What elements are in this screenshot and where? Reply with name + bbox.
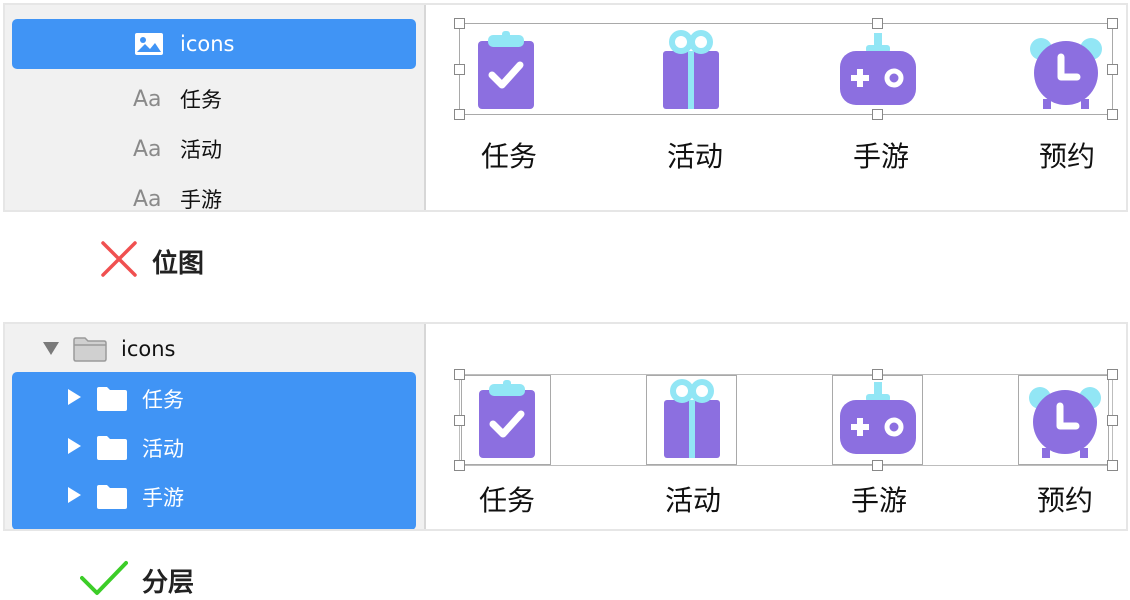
text-layer-icon: Aa (133, 136, 162, 162)
icon-caption: 活动 (666, 140, 723, 173)
alarm-clock-icon (1029, 29, 1103, 115)
folder-icon (96, 484, 142, 510)
verdict-label: 位图 (152, 248, 205, 279)
selection-frame[interactable] (459, 374, 1113, 466)
resize-handle[interactable] (1107, 109, 1118, 120)
resize-handle[interactable] (1107, 18, 1118, 29)
folder-icon (96, 435, 142, 461)
gamepad-icon (838, 29, 918, 115)
verdict-bitmap: 位图 (100, 240, 204, 282)
gamepad-icon (838, 378, 918, 464)
layer-item-label: 手游 (180, 188, 222, 210)
layer-group-item[interactable]: 活动 (12, 423, 416, 473)
resize-handle[interactable] (872, 18, 883, 29)
disclosure-triangle-right-icon[interactable] (68, 438, 96, 458)
resize-handle[interactable] (454, 18, 465, 29)
folder-icon (96, 386, 142, 412)
clipboard-check-icon (475, 378, 539, 464)
gift-icon (659, 29, 723, 115)
icon-caption: 手游 (850, 484, 907, 517)
resize-handle[interactable] (454, 369, 465, 380)
layer-sidebar: icons Aa 任务 Aa 活动 Aa 手游 (5, 5, 426, 210)
layer-item-label: 任务 (180, 88, 222, 112)
resize-handle[interactable] (454, 109, 465, 120)
selection-frame[interactable] (459, 23, 1113, 115)
check-mark-icon (80, 560, 128, 600)
image-icon (134, 32, 180, 56)
disclosure-triangle-right-icon[interactable] (68, 487, 96, 507)
icon-caption: 任务 (478, 484, 535, 517)
layer-group-icons[interactable]: icons (12, 324, 416, 374)
resize-handle[interactable] (1107, 64, 1118, 75)
layer-item-text[interactable]: Aa 手游 (12, 174, 416, 211)
folder-icon (73, 336, 121, 362)
layered-example-panel: icons 任务 活动 手游 任务 活动 手游 预约 (3, 322, 1128, 531)
layer-group-item-label: 任务 (142, 388, 184, 412)
resize-handle[interactable] (454, 460, 465, 471)
layer-item-label: 活动 (180, 138, 222, 162)
icon-caption: 预约 (1038, 140, 1095, 173)
clipboard-check-icon (474, 29, 538, 115)
resize-handle[interactable] (454, 415, 465, 426)
layer-group-item[interactable]: 任务 (12, 374, 416, 424)
layer-item-label: icons (180, 32, 235, 56)
resize-handle[interactable] (1107, 460, 1118, 471)
resize-handle[interactable] (1107, 369, 1118, 380)
gift-icon (660, 378, 724, 464)
layer-group-item-label: 手游 (142, 486, 184, 510)
layer-group-item-label: 活动 (142, 437, 184, 461)
layer-sidebar: icons 任务 活动 手游 (5, 324, 426, 529)
icon-caption: 手游 (852, 140, 909, 173)
alarm-clock-icon (1028, 378, 1102, 464)
icon-caption: 活动 (664, 484, 721, 517)
bitmap-example-panel: icons Aa 任务 Aa 活动 Aa 手游 任务 活动 手游 预约 (3, 3, 1128, 212)
text-layer-icon: Aa (133, 86, 162, 112)
layer-item-icons[interactable]: icons (12, 19, 416, 69)
resize-handle[interactable] (454, 64, 465, 75)
text-layer-icon: Aa (133, 186, 162, 211)
verdict-layered: 分层 (80, 560, 194, 600)
layer-item-text[interactable]: Aa 任务 (12, 74, 416, 124)
disclosure-triangle-down-icon[interactable] (43, 340, 67, 359)
layer-item-text[interactable]: Aa 活动 (12, 124, 416, 174)
layer-group-label: icons (121, 337, 176, 361)
icon-caption: 预约 (1036, 484, 1093, 517)
verdict-label: 分层 (142, 567, 195, 598)
resize-handle[interactable] (1107, 415, 1118, 426)
disclosure-triangle-right-icon[interactable] (68, 389, 96, 409)
icon-caption: 任务 (480, 140, 537, 173)
layer-group-item[interactable]: 手游 (12, 472, 416, 522)
artboard-canvas: 任务 活动 手游 预约 (426, 324, 1126, 529)
x-mark-icon (100, 240, 138, 282)
artboard-canvas: 任务 活动 手游 预约 (426, 5, 1126, 210)
